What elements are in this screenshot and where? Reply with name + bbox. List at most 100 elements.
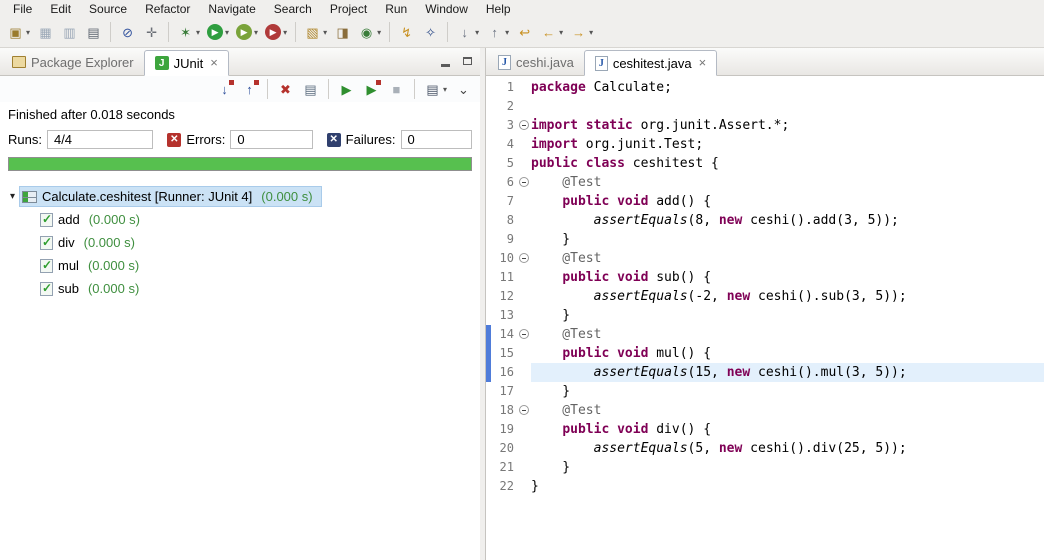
code-line[interactable]: 8 assertEquals(8, new ceshi().add(3, 5))… [486, 211, 1044, 230]
code-line[interactable]: 1 package Calculate; [486, 78, 1044, 97]
line-number[interactable]: 17 [491, 382, 517, 401]
test-run-history-button[interactable]: ▤ ▾ [421, 77, 450, 101]
tree-row-test-div[interactable]: div (0.000 s) [0, 231, 480, 254]
line-number[interactable]: 7 [491, 192, 517, 211]
tree-row-suite[interactable]: ▾ Calculate.ceshitest [Runner: JUnit 4] … [0, 185, 480, 208]
code-line[interactable]: 3 import static org.junit.Assert.*; [486, 116, 1044, 135]
dropdown-arrow-icon[interactable]: ▾ [589, 28, 593, 37]
menu-source[interactable]: Source [80, 1, 136, 17]
forward-button[interactable]: → ▾ [567, 20, 596, 44]
back-button[interactable]: ← ▾ [537, 20, 566, 44]
skip-all-breakpoints-button[interactable]: ⊘ [116, 20, 139, 44]
line-number[interactable]: 3 [491, 116, 517, 135]
dropdown-arrow-icon[interactable]: ▾ [323, 28, 327, 37]
minimize-view-icon[interactable] [436, 53, 454, 69]
dropdown-arrow-icon[interactable]: ▾ [475, 28, 479, 37]
save-all-button[interactable]: ▥ [58, 20, 81, 44]
line-number[interactable]: 10 [491, 249, 517, 268]
dropdown-arrow-icon[interactable]: ▾ [443, 85, 447, 94]
line-number[interactable]: 5 [491, 154, 517, 173]
tab-ceshi-java[interactable]: J ceshi.java [488, 49, 584, 75]
line-number[interactable]: 15 [491, 344, 517, 363]
line-number[interactable]: 4 [491, 135, 517, 154]
close-tab-icon[interactable]: × [699, 56, 707, 69]
code-line[interactable]: 15 public void mul() { [486, 344, 1044, 363]
code-line[interactable]: 2 [486, 97, 1044, 116]
new-java-project-button[interactable]: ▧ ▾ [301, 20, 330, 44]
menu-navigate[interactable]: Navigate [199, 1, 264, 17]
expander-icon[interactable]: ▾ [5, 191, 20, 202]
code-line[interactable]: 20 assertEquals(5, new ceshi().div(25, 5… [486, 439, 1044, 458]
code-line[interactable]: 17 } [486, 382, 1044, 401]
tab-ceshitest-java[interactable]: J ceshitest.java × [583, 50, 718, 76]
line-number[interactable]: 8 [491, 211, 517, 230]
dropdown-arrow-icon[interactable]: ▾ [559, 28, 563, 37]
menu-project[interactable]: Project [321, 1, 376, 17]
menu-file[interactable]: File [4, 1, 41, 17]
menu-edit[interactable]: Edit [41, 1, 80, 17]
coverage-button[interactable]: ▶ ▾ [233, 20, 261, 44]
build-all-button[interactable]: ✛ [140, 20, 163, 44]
code-line[interactable]: 14 @Test [486, 325, 1044, 344]
line-number[interactable]: 19 [491, 420, 517, 439]
dropdown-arrow-icon[interactable]: ▾ [283, 28, 287, 37]
new-wizard-button[interactable]: ▣ ▾ [4, 20, 33, 44]
rerun-test-button[interactable]: ▶ [335, 77, 358, 101]
rerun-failed-first-button[interactable]: ▶ [360, 77, 383, 101]
print-button[interactable]: ▤ [82, 20, 105, 44]
line-number[interactable]: 18 [491, 401, 517, 420]
line-number[interactable]: 20 [491, 439, 517, 458]
menu-refactor[interactable]: Refactor [136, 1, 199, 17]
code-line[interactable]: 5 public class ceshitest { [486, 154, 1044, 173]
code-area[interactable]: 1 package Calculate; 2 3 import static org.j… [486, 76, 1044, 560]
code-line[interactable]: 13 } [486, 306, 1044, 325]
line-number[interactable]: 6 [491, 173, 517, 192]
line-number[interactable]: 12 [491, 287, 517, 306]
previous-annotation-button[interactable]: ↑ ▾ [483, 20, 512, 44]
dropdown-arrow-icon[interactable]: ▾ [225, 28, 229, 37]
fold-collapse-icon[interactable] [519, 120, 529, 130]
line-number[interactable]: 14 [491, 325, 517, 344]
line-number[interactable]: 16 [491, 363, 517, 382]
line-number[interactable]: 2 [491, 97, 517, 116]
run-external-tools-button[interactable]: ▶ ▾ [262, 20, 290, 44]
menu-window[interactable]: Window [416, 1, 477, 17]
line-number[interactable]: 1 [491, 78, 517, 97]
code-line[interactable]: 12 assertEquals(-2, new ceshi().sub(3, 5… [486, 287, 1044, 306]
debug-button[interactable]: ✶ ▾ [174, 20, 203, 44]
stop-test-session-button[interactable]: ■ [385, 77, 408, 101]
new-java-class-button[interactable]: ◉ ▾ [355, 20, 384, 44]
code-line[interactable]: 18 @Test [486, 401, 1044, 420]
view-menu-button[interactable]: ⌄ [452, 77, 475, 101]
fold-collapse-icon[interactable] [519, 177, 529, 187]
tree-row-test-sub[interactable]: sub (0.000 s) [0, 277, 480, 300]
line-number[interactable]: 9 [491, 230, 517, 249]
code-line[interactable]: 6 @Test [486, 173, 1044, 192]
dropdown-arrow-icon[interactable]: ▾ [377, 28, 381, 37]
line-number[interactable]: 13 [491, 306, 517, 325]
code-line[interactable]: 19 public void div() { [486, 420, 1044, 439]
fold-collapse-icon[interactable] [519, 329, 529, 339]
code-line[interactable]: 9 } [486, 230, 1044, 249]
show-skipped-tests-button[interactable]: ▤ [299, 77, 322, 101]
dropdown-arrow-icon[interactable]: ▾ [196, 28, 200, 37]
code-line[interactable]: 22} [486, 477, 1044, 496]
dropdown-arrow-icon[interactable]: ▾ [26, 28, 30, 37]
tab-package-explorer[interactable]: Package Explorer [2, 49, 144, 75]
search-button[interactable]: ✧ [419, 20, 442, 44]
maximize-view-icon[interactable] [458, 53, 476, 69]
menu-search[interactable]: Search [265, 1, 321, 17]
code-line[interactable]: 16 assertEquals(15, new ceshi().mul(3, 5… [486, 363, 1044, 382]
new-java-package-button[interactable]: ◨ [331, 20, 354, 44]
code-line[interactable]: 7 public void add() { [486, 192, 1044, 211]
previous-failed-test-button[interactable]: ↑ [238, 77, 261, 101]
dropdown-arrow-icon[interactable]: ▾ [254, 28, 258, 37]
open-type-button[interactable]: ↯ [395, 20, 418, 44]
dropdown-arrow-icon[interactable]: ▾ [505, 28, 509, 37]
code-line[interactable]: 21 } [486, 458, 1044, 477]
line-number[interactable]: 21 [491, 458, 517, 477]
tab-junit[interactable]: J JUnit × [143, 50, 229, 76]
menu-help[interactable]: Help [477, 1, 520, 17]
run-button[interactable]: ▶ ▾ [204, 20, 232, 44]
fold-collapse-icon[interactable] [519, 405, 529, 415]
